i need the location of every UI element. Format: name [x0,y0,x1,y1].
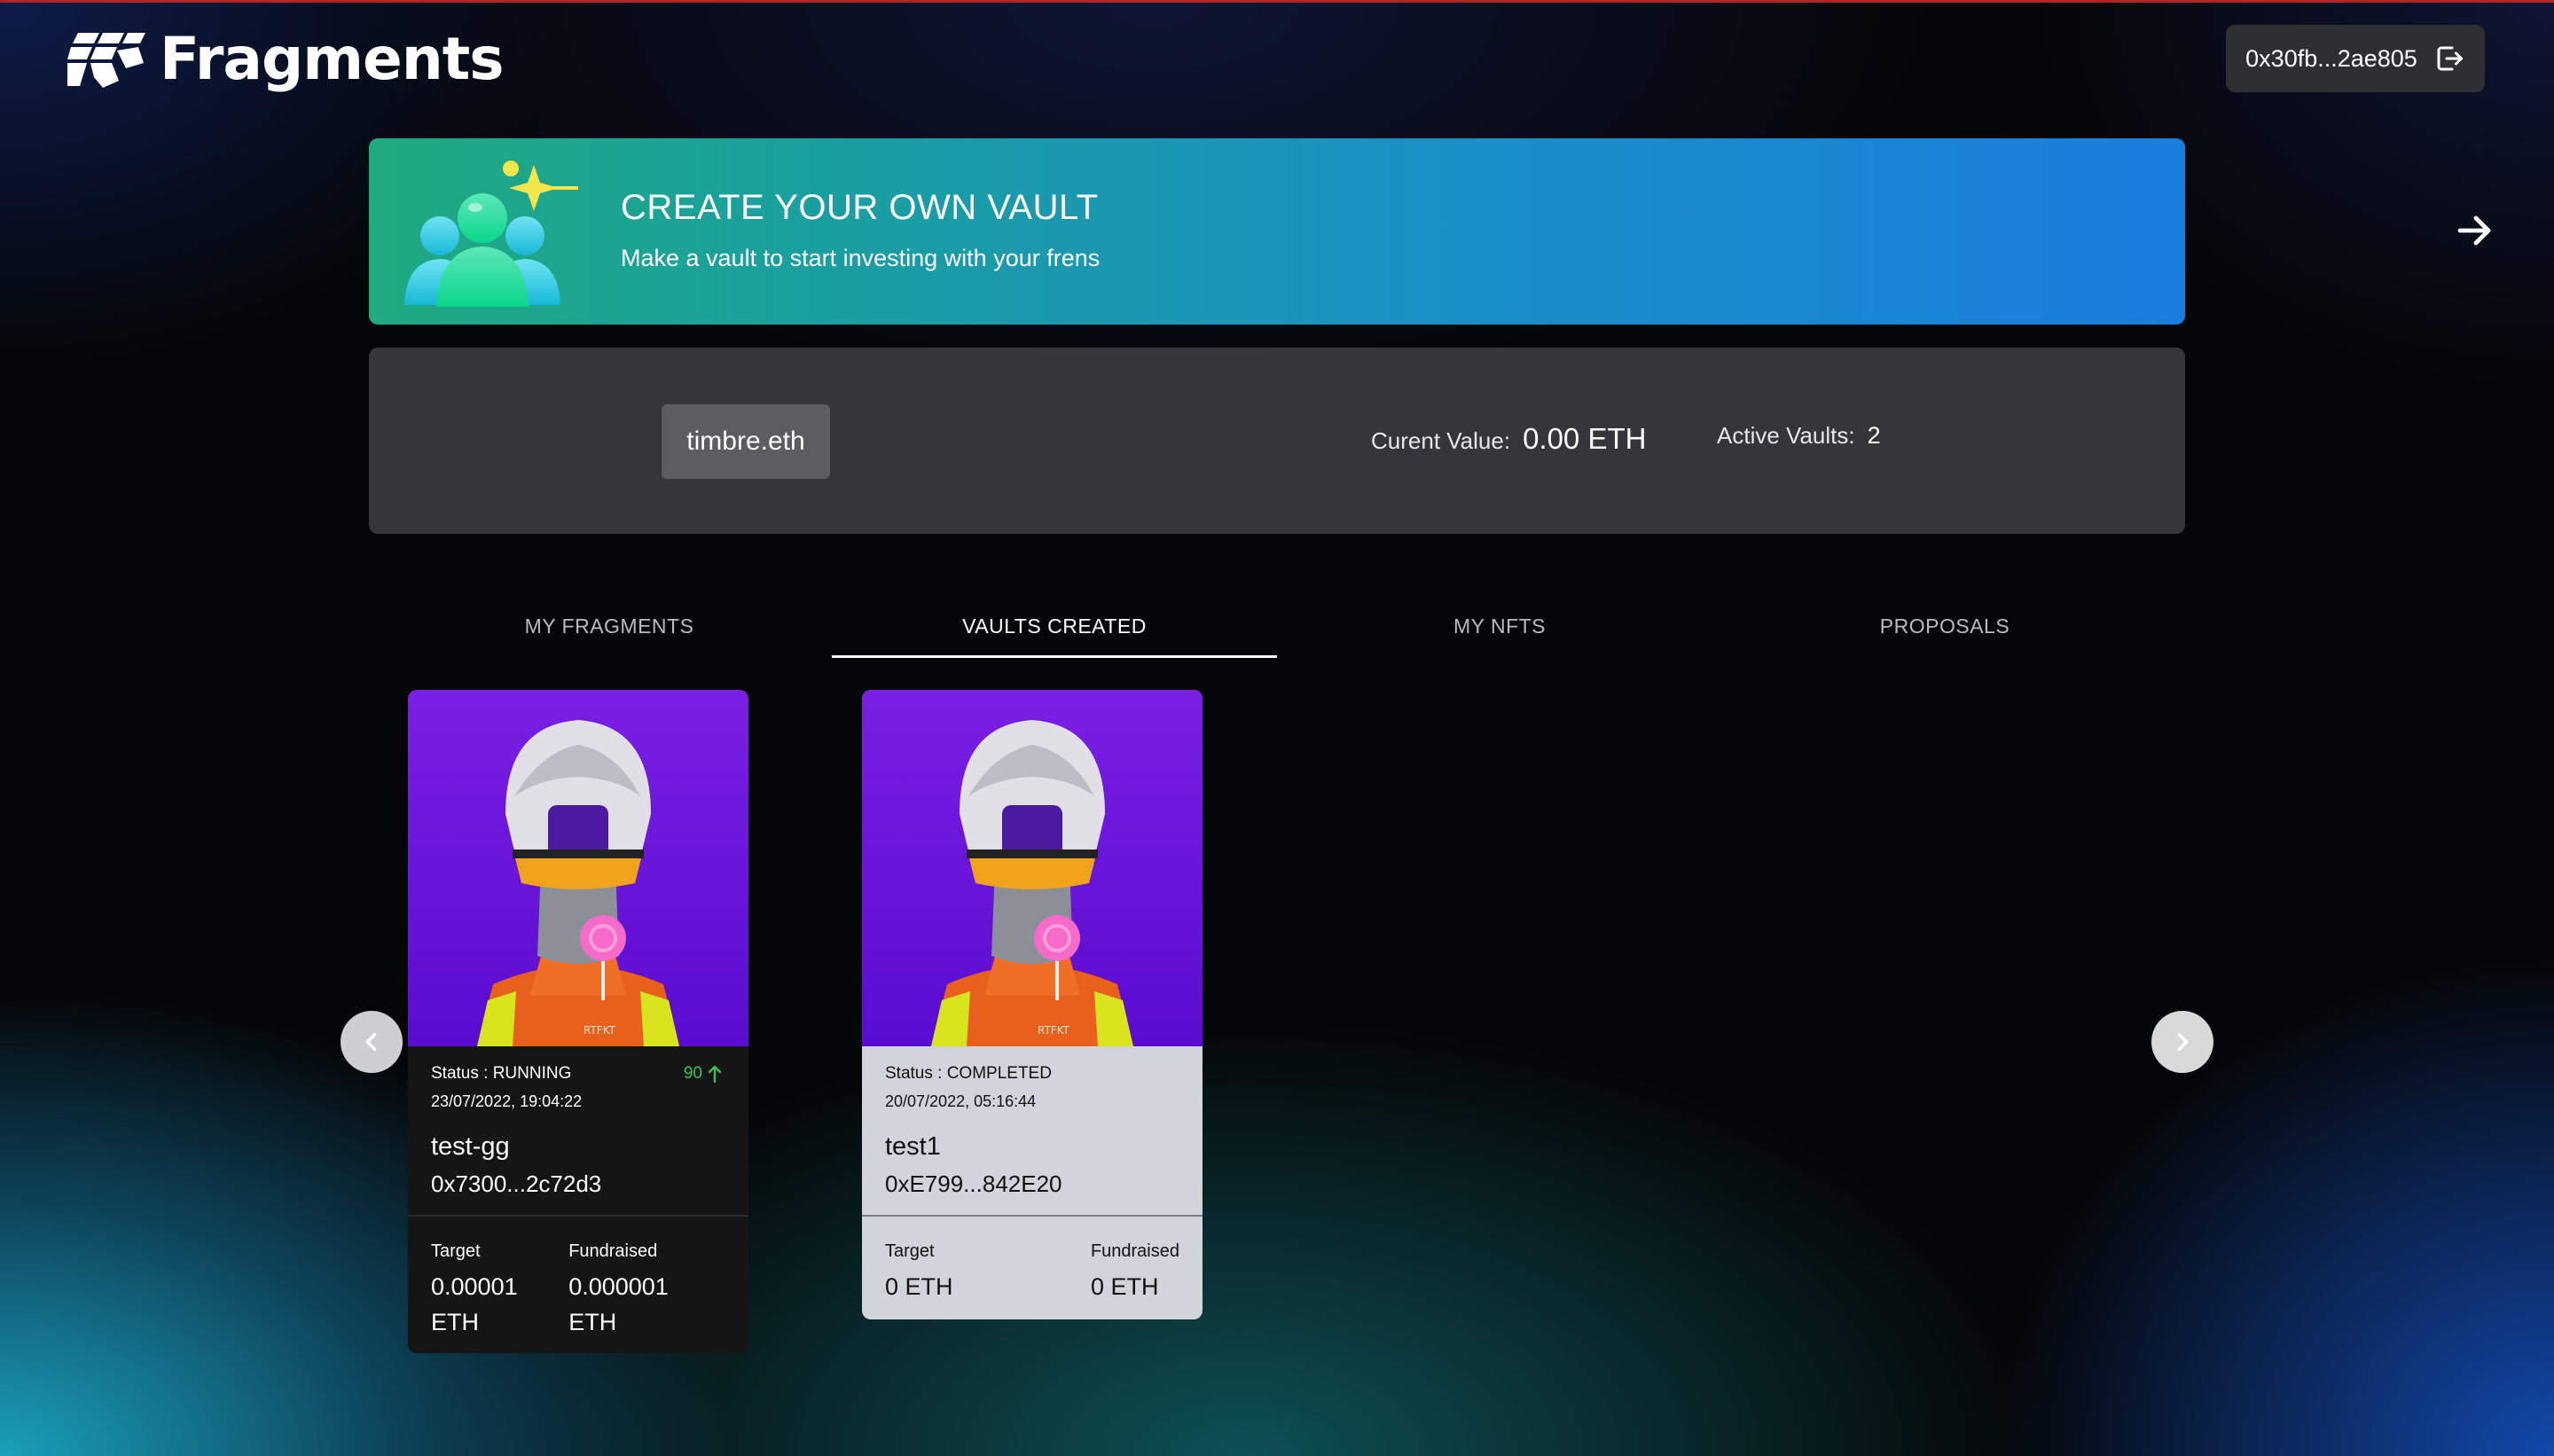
profile-stats-panel: timbre.eth Curent Value: 0.00 ETH Active… [369,348,2185,534]
vault-amounts: Target 0.00001 ETH Fundraised 0.000001 E… [408,1217,748,1340]
nft-artwork: RTFKT [408,690,748,1046]
active-vaults-stat: Active Vaults: 2 [1717,422,1881,450]
tab-proposals[interactable]: PROPOSALS [1722,603,2167,658]
target-value: 0 ETH [885,1273,953,1300]
vault-name: test-gg [431,1132,510,1161]
vault-amounts: Target 0 ETH Fundraised 0 ETH [862,1217,1203,1304]
tab-my-nfts[interactable]: MY NFTS [1277,603,1722,658]
banner-title: CREATE YOUR OWN VAULT [621,188,1099,227]
profile-tabs: MY FRAGMENTS VAULTS CREATED MY NFTS PROP… [387,603,2167,658]
logout-icon [2437,46,2463,71]
vault-status: Status : RUNNING [431,1064,572,1083]
svg-text:RTFKT: RTFKT [1038,1024,1070,1037]
top-accent-line [0,0,2554,3]
ens-name-badge: timbre.eth [662,404,830,479]
arrow-right-icon[interactable] [2453,209,2495,252]
vault-card[interactable]: RTFKT Status : RUNNING 23/07/2022, 19:04… [408,690,748,1353]
active-vaults-label: Active Vaults: [1717,422,1855,449]
fundraised-value: 0 ETH [1090,1273,1159,1300]
fundraised-value: 0.000001 ETH [568,1273,669,1335]
vault-delta-value: 90 [683,1064,702,1083]
target-value: 0.00001 ETH [431,1273,518,1335]
vault-name: test1 [885,1132,941,1161]
fragments-logo-icon [67,32,145,88]
vault-info: Status : RUNNING 23/07/2022, 19:04:22 te… [408,1046,748,1215]
nft-artwork: RTFKT [862,690,1203,1046]
tab-my-fragments[interactable]: MY FRAGMENTS [387,603,832,658]
fundraised-label: Fundraised [1090,1241,1179,1261]
brand-name: Fragments [160,25,505,93]
arrow-up-icon [708,1065,722,1084]
banner-subtitle: Make a vault to start investing with you… [621,245,1101,271]
current-value-stat: Curent Value: 0.00 ETH [1371,422,1646,456]
community-illustration-icon [404,160,578,307]
carousel-prev-button[interactable] [341,1011,403,1073]
target-label: Target [885,1241,935,1261]
chevron-left-icon [365,1033,377,1051]
current-value: 0.00 ETH [1523,422,1647,455]
chevron-right-icon [2177,1033,2189,1051]
vault-address: 0xE799...842E20 [885,1170,1062,1197]
vault-delta: 90 [684,1064,722,1084]
create-vault-banner[interactable]: CREATE YOUR OWN VAULT Make a vault to st… [369,138,2491,325]
vault-date: 23/07/2022, 19:04:22 [431,1092,583,1110]
wallet-address: 0x30fb...2ae805 [2245,44,2417,72]
target-label: Target [431,1241,481,1261]
svg-text:RTFKT: RTFKT [584,1024,616,1037]
current-value-label: Curent Value: [1371,427,1511,454]
vault-address: 0x7300...2c72d3 [431,1170,602,1197]
fundraised-label: Fundraised [568,1241,658,1261]
vault-card[interactable]: RTFKT Status : COMPLETED 20/07/2022, 05:… [862,690,1203,1319]
vault-date: 20/07/2022, 05:16:44 [885,1092,1037,1110]
tab-vaults-created[interactable]: VAULTS CREATED [832,603,1277,658]
vault-status: Status : COMPLETED [885,1064,1052,1083]
carousel-next-button[interactable] [2151,1011,2213,1073]
vault-info: Status : COMPLETED 20/07/2022, 05:16:44 … [862,1046,1203,1215]
brand-logo[interactable]: Fragments [67,25,505,93]
wallet-logout-button[interactable]: 0x30fb...2ae805 [2226,25,2485,92]
active-vaults-count: 2 [1867,422,1881,449]
